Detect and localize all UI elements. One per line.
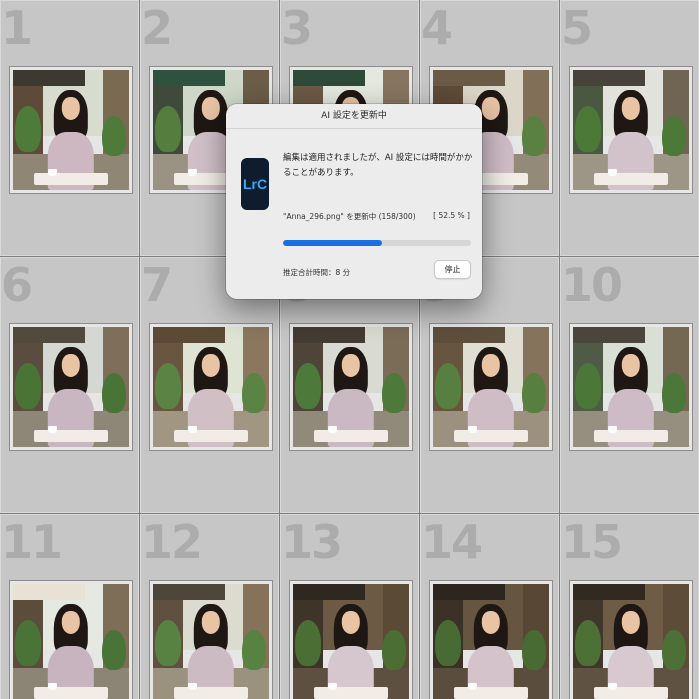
- thumbnail-image: [153, 584, 269, 699]
- dialog-message: 編集は適用されましたが、AI 設定には時間がかかることがあります。: [283, 153, 473, 178]
- thumbnail-image: [433, 327, 549, 447]
- thumbnail-image: [573, 70, 689, 190]
- photo-thumbnail[interactable]: [9, 323, 133, 451]
- photo-thumbnail[interactable]: [149, 323, 273, 451]
- progress-bar: [283, 240, 471, 246]
- status-row: "Anna_296.png" を更新中 (158/300) [ 52.5 % ]: [283, 211, 470, 222]
- cell-index-number: 10: [561, 258, 623, 312]
- photo-thumbnail[interactable]: [149, 580, 273, 699]
- grid-cell[interactable]: 5: [560, 0, 699, 256]
- cell-index-number: 5: [561, 1, 593, 55]
- progress-bar-fill: [283, 240, 382, 246]
- thumbnail-image: [293, 327, 409, 447]
- cell-index-number: 13: [281, 515, 343, 569]
- percent-text: [ 52.5 % ]: [433, 211, 470, 220]
- thumbnail-image: [13, 584, 129, 699]
- cell-index-number: 7: [141, 258, 173, 312]
- lightroom-classic-app-icon: LrC: [241, 158, 269, 210]
- cell-index-number: 12: [141, 515, 203, 569]
- thumbnail-image: [433, 584, 549, 699]
- thumbnail-image: [573, 584, 689, 699]
- grid-cell[interactable]: 14: [420, 514, 559, 699]
- photo-thumbnail[interactable]: [289, 323, 413, 451]
- cell-index-number: 6: [1, 258, 33, 312]
- cell-index-number: 15: [561, 515, 623, 569]
- photo-thumbnail[interactable]: [569, 323, 693, 451]
- grid-cell[interactable]: 11: [0, 514, 139, 699]
- grid-cell[interactable]: 15: [560, 514, 699, 699]
- cell-index-number: 14: [421, 515, 483, 569]
- estimated-time: 推定合計時間：8 分: [283, 268, 351, 277]
- thumbnail-image: [13, 70, 129, 190]
- thumbnail-image: [293, 584, 409, 699]
- cell-index-number: 1: [1, 1, 33, 55]
- stop-button[interactable]: 停止: [434, 260, 471, 279]
- photo-thumbnail[interactable]: [429, 323, 553, 451]
- photo-thumbnail[interactable]: [569, 66, 693, 194]
- photo-thumbnail[interactable]: [289, 580, 413, 699]
- grid-cell[interactable]: 12: [140, 514, 279, 699]
- cell-index-number: 3: [281, 1, 313, 55]
- cell-index-number: 4: [421, 1, 453, 55]
- update-ai-settings-dialog: AI 設定を更新中 LrC 編集は適用されましたが、AI 設定には時間がかかるこ…: [226, 104, 482, 299]
- status-text: "Anna_296.png" を更新中 (158/300): [283, 212, 416, 221]
- thumbnail-image: [153, 327, 269, 447]
- dialog-title: AI 設定を更新中: [226, 104, 482, 129]
- photo-thumbnail[interactable]: [429, 580, 553, 699]
- grid-cell[interactable]: 10: [560, 257, 699, 513]
- cell-index-number: 11: [1, 515, 63, 569]
- photo-thumbnail[interactable]: [569, 580, 693, 699]
- cell-index-number: 2: [141, 1, 173, 55]
- photo-thumbnail[interactable]: [9, 66, 133, 194]
- thumbnail-image: [573, 327, 689, 447]
- grid-cell[interactable]: 1: [0, 0, 139, 256]
- thumbnail-image: [13, 327, 129, 447]
- grid-cell[interactable]: 6: [0, 257, 139, 513]
- photo-thumbnail[interactable]: [9, 580, 133, 699]
- grid-cell[interactable]: 13: [280, 514, 419, 699]
